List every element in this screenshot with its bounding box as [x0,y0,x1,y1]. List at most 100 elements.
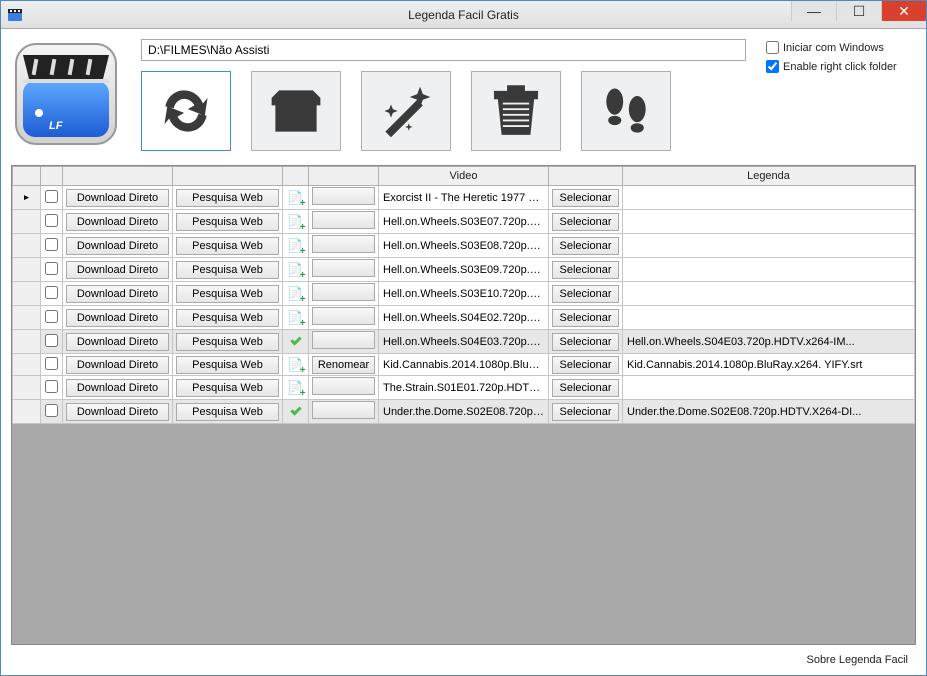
rename-button[interactable] [312,307,375,325]
row-checkbox[interactable] [45,286,58,299]
download-direct-button[interactable]: Download Direto [66,189,169,207]
col-status [283,167,309,186]
right-click-folder-checkbox[interactable] [766,60,779,73]
rename-button[interactable] [312,211,375,229]
window-title: Legenda Facil Gratis [1,8,926,22]
table-row[interactable]: Download DiretoPesquisa Web📄RenomearKid.… [13,354,915,376]
download-direct-button[interactable]: Download Direto [66,213,169,231]
row-checkbox[interactable] [45,380,58,393]
table-row[interactable]: Download DiretoPesquisa Web📄Hell.on.Whee… [13,210,915,234]
table-row[interactable]: Download DiretoPesquisa Web📄Hell.on.Whee… [13,282,915,306]
col-web [173,167,283,186]
video-filename: Kid.Cannabis.2014.1080p.BluR... [379,354,549,376]
search-web-button[interactable]: Pesquisa Web [176,189,279,207]
row-checkbox[interactable] [45,262,58,275]
search-web-button[interactable]: Pesquisa Web [176,213,279,231]
right-click-folder-option[interactable]: Enable right click folder [766,60,916,73]
subtitle-filename [623,258,915,282]
rename-button[interactable] [312,283,375,301]
subtitle-filename: Kid.Cannabis.2014.1080p.BluRay.x264. YIF… [623,354,915,376]
table-row[interactable]: Download DiretoPesquisa Web📄The.Strain.S… [13,376,915,400]
col-rename [309,167,379,186]
table-row[interactable]: Download DiretoPesquisa Web📄Hell.on.Whee… [13,234,915,258]
subtitle-filename [623,282,915,306]
download-direct-button[interactable]: Download Direto [66,237,169,255]
select-button[interactable]: Selecionar [552,379,619,397]
status-cell: 📄 [283,258,309,282]
download-direct-button[interactable]: Download Direto [66,403,169,421]
rename-button[interactable]: Renomear [312,356,375,374]
refresh-button[interactable] [141,71,231,151]
table-row[interactable]: Download DiretoPesquisa Web📄Hell.on.Whee… [13,258,915,282]
table-row[interactable]: Download Direto Pesquisa Web 📄 Hell.on.Whee… [13,306,915,330]
table-row[interactable]: Download DiretoPesquisa WebHell.on.Wheel… [13,330,915,354]
search-web-button[interactable]: Pesquisa Web [176,309,279,327]
direct-download-cell: Download Direto [63,186,173,210]
download-direct-button[interactable]: Download Direto [66,356,169,374]
rename-button[interactable] [312,401,375,419]
row-checkbox[interactable] [45,190,58,203]
files-grid[interactable]: Video Legenda ▸Download DiretoPesquisa W… [11,165,916,645]
rename-button[interactable] [312,377,375,395]
folder-path-input[interactable] [141,39,746,61]
download-direct-button[interactable]: Download Direto [66,285,169,303]
select-button[interactable]: Selecionar [552,333,619,351]
download-direct-button[interactable]: Download Direto [66,309,169,327]
select-button[interactable]: Selecionar [552,261,619,279]
web-search-cell: Pesquisa Web [173,354,283,376]
start-with-windows-option[interactable]: Iniciar com Windows [766,41,916,54]
video-filename: Hell.on.Wheels.S04E02.720p.H... [379,306,549,330]
document-plus-icon: 📄 [287,310,303,325]
close-button[interactable]: ✕ [881,1,926,21]
select-button[interactable]: Selecionar [552,189,619,207]
magic-wand-button[interactable] [361,71,451,151]
row-checkbox[interactable] [45,404,58,417]
select-button[interactable]: Selecionar [552,237,619,255]
row-checkbox[interactable] [45,310,58,323]
row-checkbox[interactable] [45,334,58,347]
row-checkbox-cell [41,258,63,282]
search-web-button[interactable]: Pesquisa Web [176,379,279,397]
rename-button[interactable] [312,235,375,253]
download-direct-button[interactable]: Download Direto [66,261,169,279]
select-button[interactable]: Selecionar [552,309,619,327]
download-direct-button[interactable]: Download Direto [66,379,169,397]
document-plus-icon: 📄 [287,380,303,395]
status-cell [283,400,309,424]
direct-download-cell: Download Direto [63,210,173,234]
search-web-button[interactable]: Pesquisa Web [176,237,279,255]
trash-button[interactable] [471,71,561,151]
row-checkbox[interactable] [45,357,58,370]
table-row[interactable]: Download Direto Pesquisa Web Under.the.Dom… [13,400,915,424]
rename-button[interactable] [312,187,375,205]
maximize-button[interactable]: ☐ [836,1,881,21]
search-web-button[interactable]: Pesquisa Web [176,333,279,351]
search-web-button[interactable]: Pesquisa Web [176,403,279,421]
select-button[interactable]: Selecionar [552,285,619,303]
subtitle-filename: Under.the.Dome.S02E08.720p.HDTV.X264-DI.… [623,400,915,424]
minimize-button[interactable]: — [791,1,836,21]
col-checkbox [41,167,63,186]
search-web-button[interactable]: Pesquisa Web [176,285,279,303]
rename-button[interactable] [312,259,375,277]
select-button[interactable]: Selecionar [552,213,619,231]
select-cell: Selecionar [549,258,623,282]
row-checkbox-cell [41,330,63,354]
about-link[interactable]: Sobre Legenda Facil [806,654,908,666]
row-checkbox[interactable] [45,238,58,251]
rename-button[interactable] [312,331,375,349]
download-direct-button[interactable]: Download Direto [66,333,169,351]
row-checkbox-cell [41,376,63,400]
footprints-button[interactable] [581,71,671,151]
row-marker: ▸ [13,186,41,210]
row-checkbox[interactable] [45,214,58,227]
open-box-button[interactable] [251,71,341,151]
row-checkbox-cell [41,210,63,234]
select-button[interactable]: Selecionar [552,403,619,421]
search-web-button[interactable]: Pesquisa Web [176,261,279,279]
search-web-button[interactable]: Pesquisa Web [176,356,279,374]
table-row[interactable]: ▸Download DiretoPesquisa Web📄Exorcist II… [13,186,915,210]
start-with-windows-checkbox[interactable] [766,41,779,54]
select-button[interactable]: Selecionar [552,356,619,374]
direct-download-cell: Download Direto [63,354,173,376]
